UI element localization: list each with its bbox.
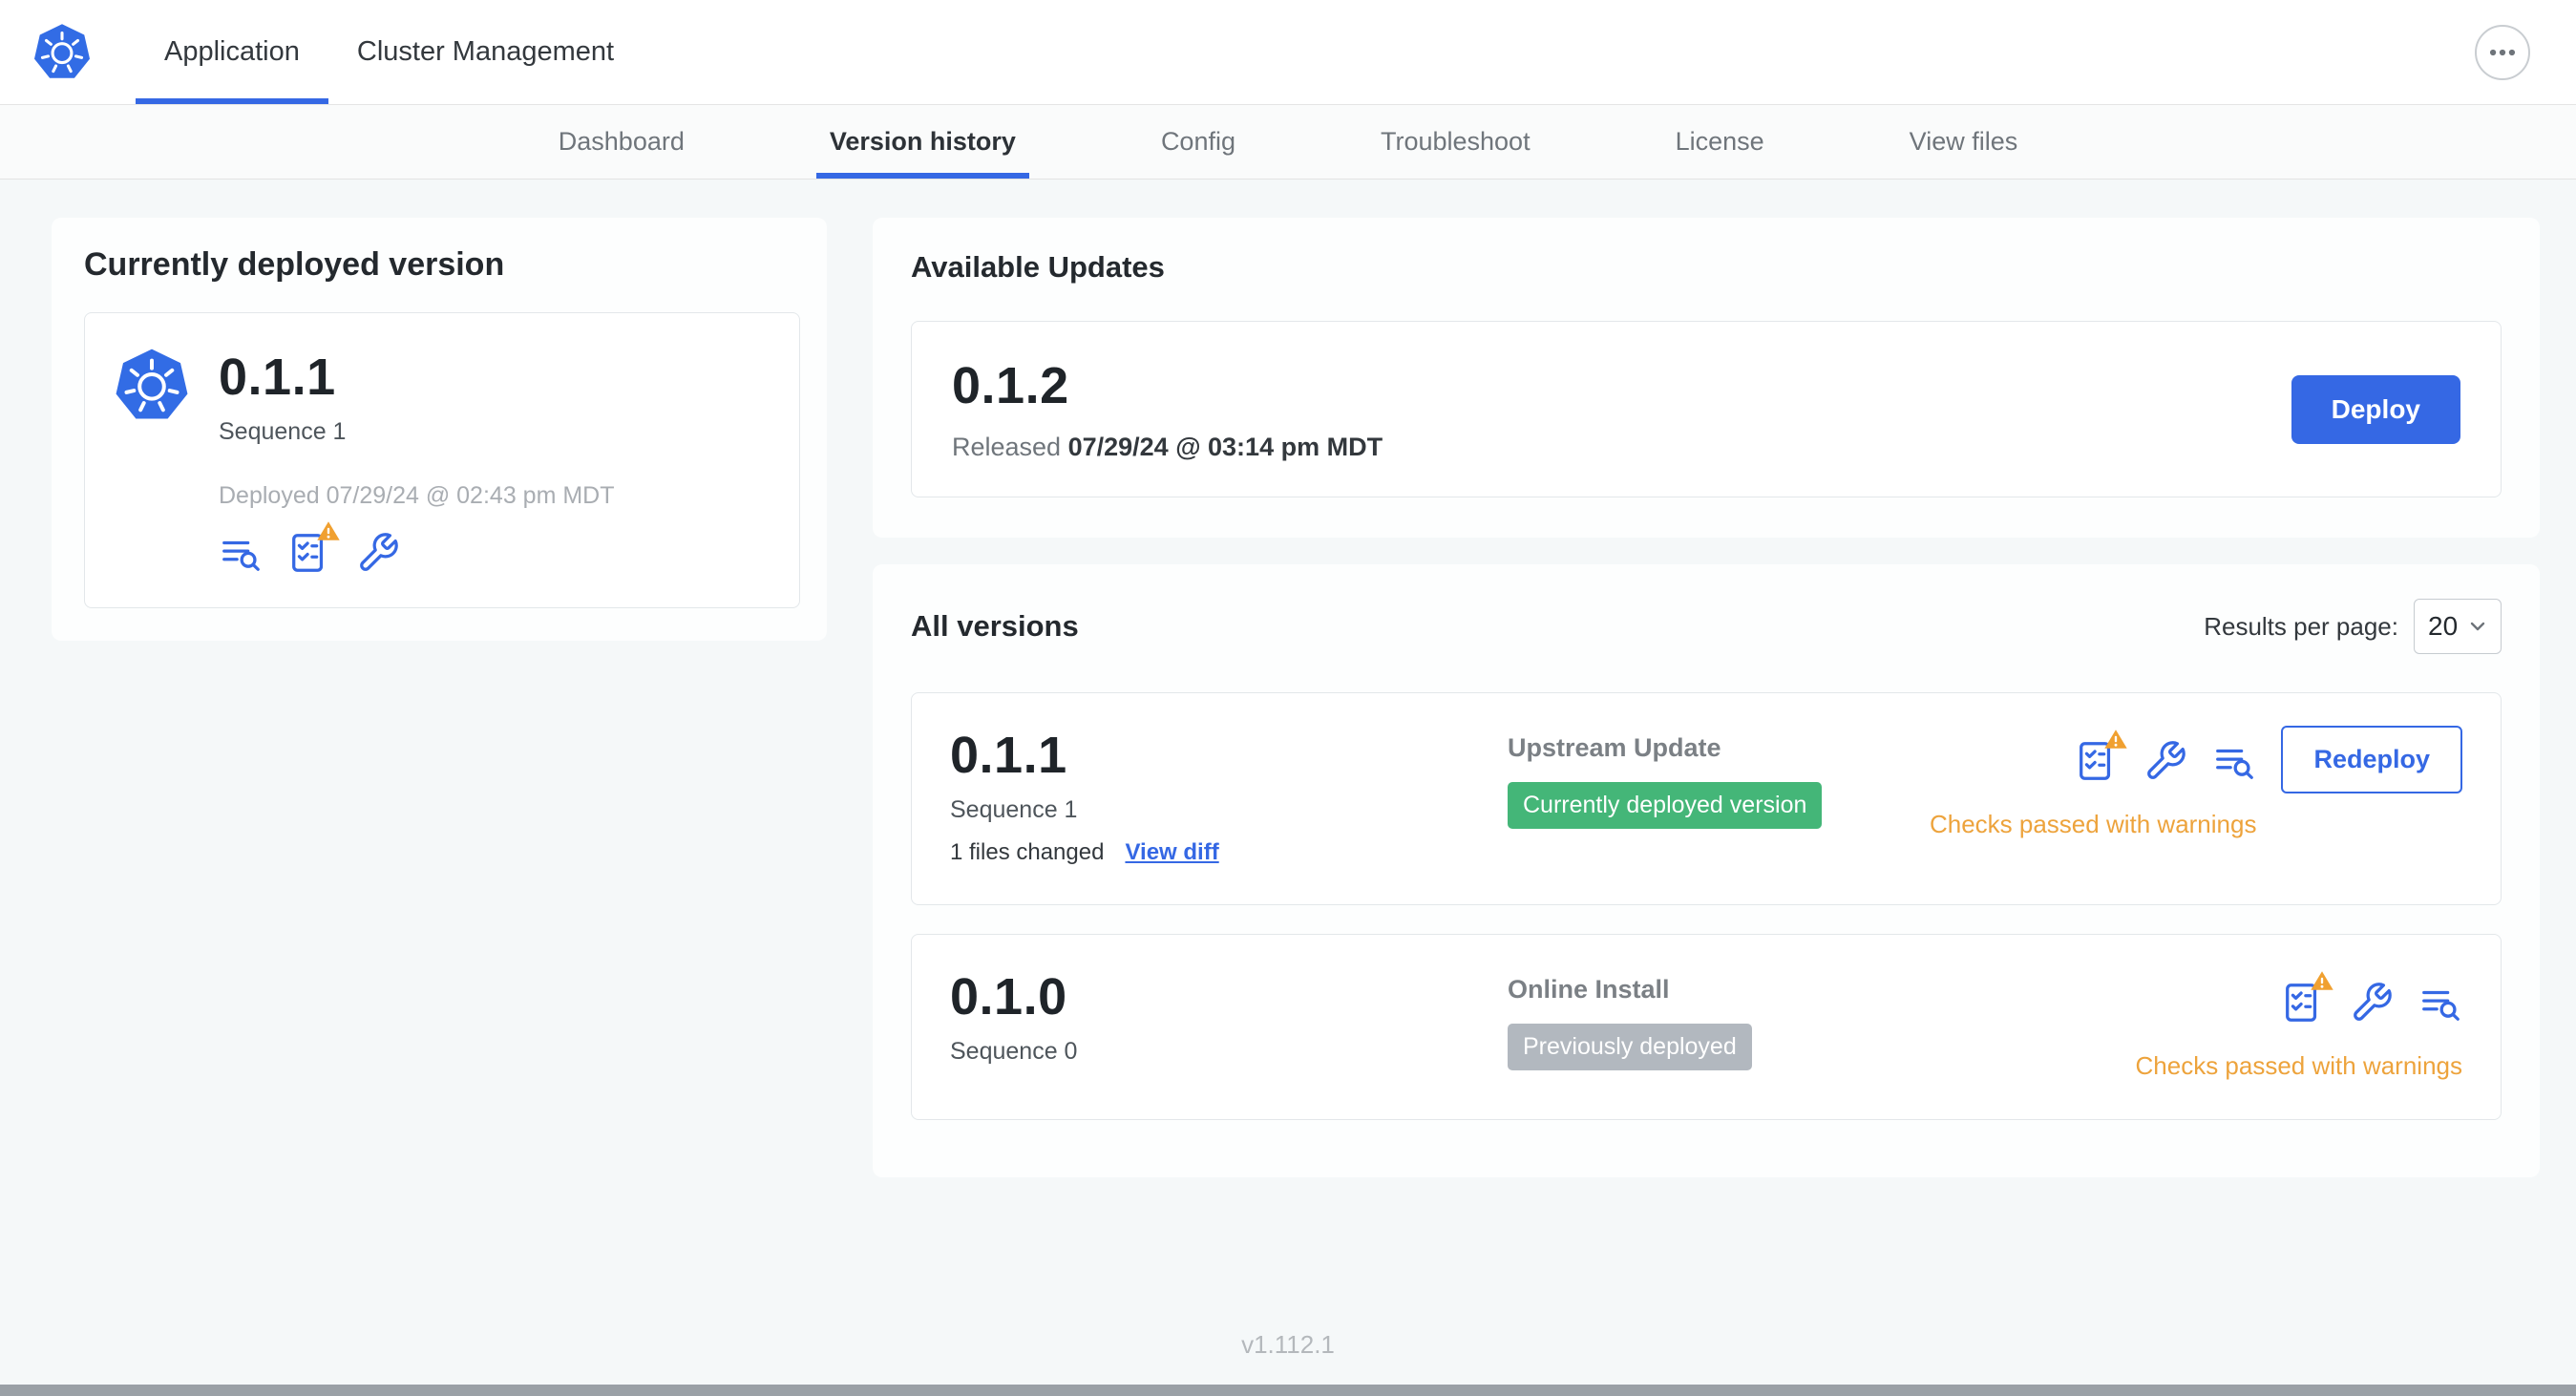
nav-config[interactable]: Config: [1148, 105, 1249, 179]
checks-status-text: Checks passed with warnings: [1929, 810, 2257, 838]
row-sequence: Sequence 0: [950, 1038, 1078, 1065]
warning-triangle-icon: [2104, 730, 2128, 749]
update-released-date: 07/29/24 @ 03:14 pm MDT: [1067, 433, 1383, 461]
nav-dashboard[interactable]: Dashboard: [545, 105, 698, 179]
update-version-number: 0.1.2: [952, 357, 1069, 414]
tab-cluster-management[interactable]: Cluster Management: [328, 0, 643, 104]
redeploy-button[interactable]: Redeploy: [2281, 726, 2462, 793]
kubernetes-logo-icon: [32, 0, 92, 104]
warning-triangle-icon: [317, 521, 340, 540]
deployed-sequence: Sequence 1: [219, 418, 347, 445]
update-card: 0.1.2 Released 07/29/24 @ 03:14 pm MDT D…: [911, 321, 2502, 497]
files-changed-label: 1 files changed: [950, 839, 1105, 865]
nav-view-files[interactable]: View files: [1896, 105, 2032, 179]
deployed-action-icons: [219, 521, 615, 575]
deploy-button[interactable]: Deploy: [2291, 374, 2460, 444]
tab-application[interactable]: Application: [136, 0, 328, 104]
page-footer: v1.112.1: [0, 1330, 2576, 1385]
tab-cluster-management-label: Cluster Management: [356, 36, 615, 67]
results-per-page-select[interactable]: 20: [2414, 599, 2502, 654]
row-version-number: 0.1.1: [950, 727, 1067, 784]
nav-license[interactable]: License: [1662, 105, 1778, 179]
row-action-icons: [2075, 730, 2256, 783]
top-tabs: Application Cluster Management: [136, 0, 643, 104]
row-version-number: 0.1.0: [950, 968, 1067, 1026]
config-wrench-icon[interactable]: [2350, 981, 2394, 1025]
preflight-checks-icon[interactable]: [287, 521, 340, 575]
version-row: 0.1.0 Sequence 0 Online Install Previous…: [911, 934, 2502, 1120]
preflight-checks-icon[interactable]: [2075, 730, 2128, 783]
release-notes-icon[interactable]: [219, 531, 263, 575]
main-content: Currently deployed version 0.1.1 Sequenc…: [0, 180, 2576, 1177]
deployed-status-badge: Currently deployed version: [1508, 782, 1823, 829]
update-released-line: Released 07/29/24 @ 03:14 pm MDT: [952, 433, 1383, 461]
chevron-down-icon: [2470, 622, 2485, 631]
tab-application-label: Application: [164, 36, 300, 67]
row-sequence: Sequence 1: [950, 796, 1078, 823]
results-per-page: Results per page: 20: [2204, 599, 2502, 654]
available-updates-title: Available Updates: [911, 250, 1165, 284]
all-versions-title: All versions: [911, 609, 1079, 643]
currently-deployed-card: Currently deployed version 0.1.1 Sequenc…: [52, 218, 827, 641]
deployed-date: Deployed 07/29/24 @ 02:43 pm MDT: [219, 482, 615, 509]
all-versions-header: All versions Results per page: 20: [911, 599, 2502, 654]
view-diff-link[interactable]: View diff: [1125, 839, 1218, 866]
row-action-icons: [2281, 971, 2462, 1025]
release-notes-icon[interactable]: [2418, 981, 2462, 1025]
version-source-label: Online Install: [1508, 975, 1670, 1004]
config-wrench-icon[interactable]: [356, 531, 400, 575]
nav-troubleshoot[interactable]: Troubleshoot: [1367, 105, 1544, 179]
page: Application Cluster Management Dashboard…: [0, 0, 2576, 1396]
admin-console-version: v1.112.1: [1241, 1330, 1335, 1359]
nav-version-history[interactable]: Version history: [815, 105, 1029, 179]
overflow-menu-button[interactable]: [2475, 24, 2530, 80]
ellipsis-icon: [2489, 49, 2516, 55]
version-source-label: Upstream Update: [1508, 733, 1721, 762]
right-column: Available Updates 0.1.2 Released 07/29/2…: [873, 218, 2540, 1177]
kubernetes-version-icon: [116, 349, 188, 419]
deployed-version-card: 0.1.1 Sequence 1 Deployed 07/29/24 @ 02:…: [84, 312, 800, 608]
available-updates-card: Available Updates 0.1.2 Released 07/29/2…: [873, 218, 2540, 538]
previously-deployed-badge: Previously deployed: [1508, 1024, 1752, 1070]
warning-triangle-icon: [2311, 971, 2333, 990]
preflight-checks-icon[interactable]: [2281, 971, 2333, 1025]
results-per-page-label: Results per page:: [2204, 611, 2398, 641]
checks-status-text: Checks passed with warnings: [2135, 1051, 2463, 1080]
bottom-edge-strip: [0, 1385, 2576, 1396]
deployed-version-number: 0.1.1: [219, 349, 336, 406]
all-versions-card: All versions Results per page: 20 0.1.1 …: [873, 564, 2540, 1177]
section-nav: Dashboard Version history Config Trouble…: [0, 105, 2576, 180]
config-wrench-icon[interactable]: [2143, 739, 2187, 783]
release-notes-icon[interactable]: [2212, 739, 2256, 783]
version-row: 0.1.1 Sequence 1 1 files changed View di…: [911, 692, 2502, 905]
top-header: Application Cluster Management: [0, 0, 2576, 105]
currently-deployed-title: Currently deployed version: [84, 246, 505, 283]
